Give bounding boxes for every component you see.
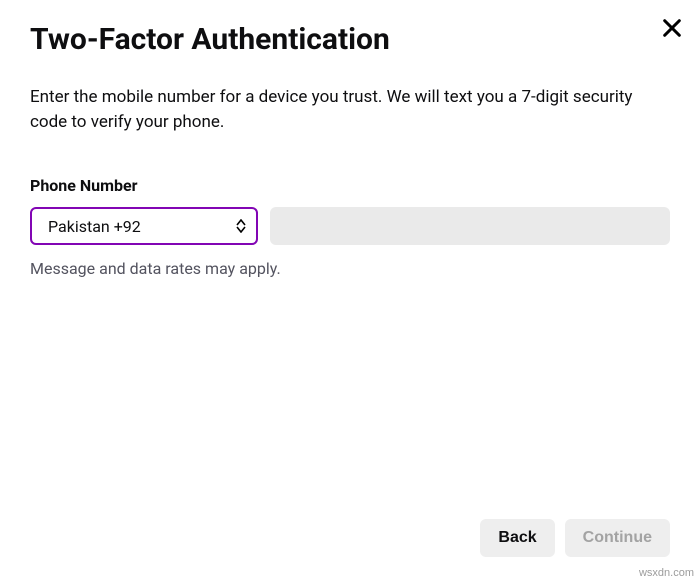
country-code-value: Pakistan +92	[48, 217, 141, 236]
page-description: Enter the mobile number for a device you…	[30, 85, 670, 134]
rates-helper-text: Message and data rates may apply.	[30, 259, 670, 278]
close-icon	[661, 17, 683, 39]
phone-number-label: Phone Number	[30, 176, 670, 195]
phone-number-input[interactable]	[270, 207, 670, 245]
select-chevrons-icon	[236, 219, 246, 233]
two-factor-modal: Two-Factor Authentication Enter the mobi…	[0, 0, 700, 583]
close-button[interactable]	[658, 14, 686, 42]
back-button[interactable]: Back	[480, 519, 554, 557]
country-code-select[interactable]: Pakistan +92	[30, 207, 258, 245]
phone-input-row: Pakistan +92	[30, 207, 670, 245]
watermark-text: wsxdn.com	[639, 567, 694, 579]
continue-button[interactable]: Continue	[565, 519, 670, 557]
page-title: Two-Factor Authentication	[30, 22, 670, 57]
modal-footer: Back Continue	[30, 519, 670, 563]
